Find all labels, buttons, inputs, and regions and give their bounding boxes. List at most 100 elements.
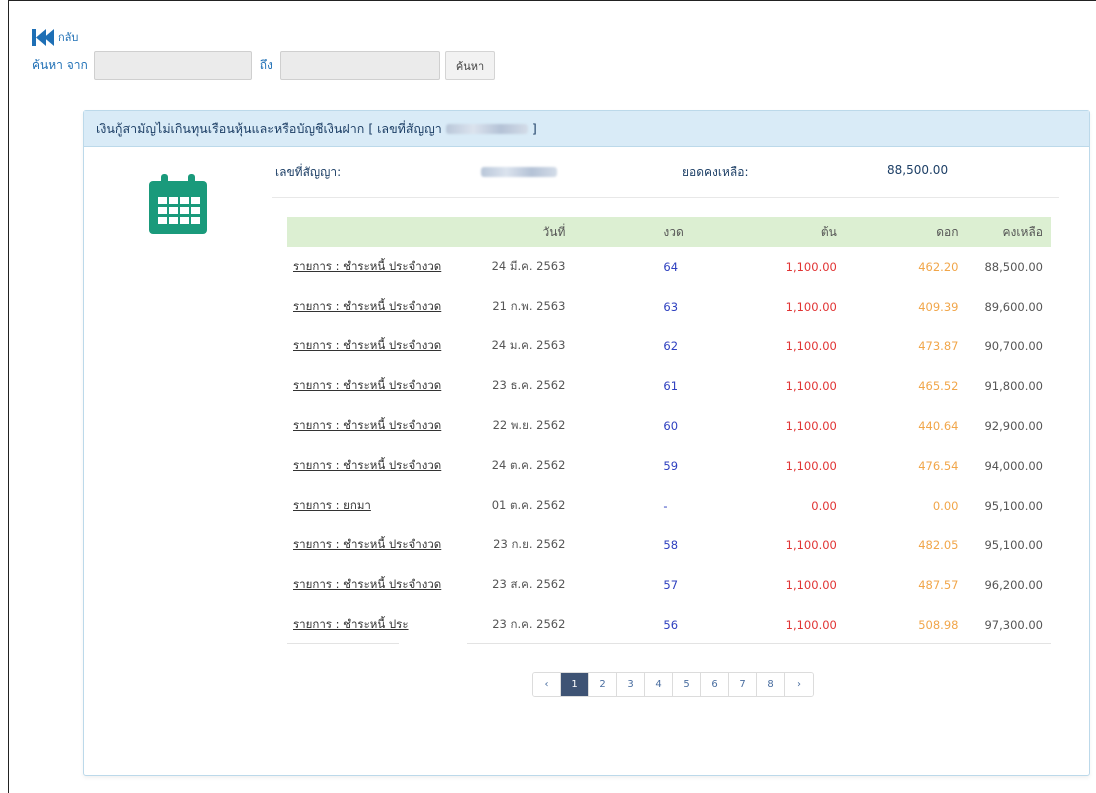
pagination-page-5[interactable]: 5 [673,673,701,696]
row-item-link[interactable]: รายการ : ชำระหนี้ ประจำงวด [293,458,441,472]
row-interest-cell: 409.39 [918,299,959,314]
row-date-cell: 23 ก.ย. 2562 [493,537,566,552]
search-button[interactable]: ค้นหา [444,51,496,80]
row-period-cell: 56 [663,618,679,633]
transactions-table: วันที่ งวด ต้น ดอก คงเหลือ รายการ : ชำระ… [287,217,1051,645]
skip-back-icon [32,29,54,46]
divider [272,197,1059,198]
row-principal-cell: 1,100.00 [785,299,837,314]
row-item-cell: รายการ : ชำระหนี้ ประ [287,605,462,645]
col-header-date: วันที่ [462,217,580,247]
pagination-next-button[interactable]: › [785,673,813,696]
row-period-cell: 59 [663,458,679,473]
row-item-cell: รายการ : ชำระหนี้ ประจำงวด [287,287,462,327]
row-balance-cell: 89,600.00 [984,299,1043,314]
contract-label: เลขที่สัญญา: [275,165,342,179]
panel-title: เงินกู้สามัญไม่เกินทุนเรือนหุ้นและหรือบั… [84,111,1089,147]
redacted-contract-number [445,123,528,134]
table-row: รายการ : ชำระหนี้ ประจำงวด 23 ธ.ค. 2562 61… [287,366,1051,406]
row-principal-cell: 1,100.00 [785,538,837,553]
table-row: รายการ : ชำระหนี้ ประจำงวด 22 พ.ย. 2562 60… [287,406,1051,446]
row-principal-cell: 1,100.00 [785,379,837,394]
row-interest-cell: 465.52 [918,379,959,394]
table-bottom-line-right [467,643,1051,644]
row-interest-cell: 440.64 [918,419,959,434]
row-principal-cell: 1,100.00 [785,618,837,633]
row-date-cell: 22 พ.ย. 2562 [492,418,566,433]
pagination-prev-button[interactable]: ‹ [533,673,561,696]
pagination-page-4[interactable]: 4 [645,673,673,696]
col-header-principal: ต้น [713,217,839,247]
row-date-cell: 23 ธ.ค. 2562 [492,378,566,393]
table-row: รายการ : ชำระหนี้ ประจำงวด 24 ม.ค. 2563 62… [287,327,1051,367]
row-item-cell: รายการ : ชำระหนี้ ประจำงวด [287,327,462,367]
row-interest-cell: 508.98 [918,618,959,633]
loan-panel: เงินกู้สามัญไม่เกินทุนเรือนหุ้นและหรือบั… [83,110,1090,776]
row-period-cell: - [663,498,668,513]
row-interest-cell: 487.57 [918,578,959,593]
row-item-link[interactable]: รายการ : ยกมา [293,498,371,512]
redacted-contract-value [481,167,557,177]
row-item-link[interactable]: รายการ : ชำระหนี้ ประจำงวด [293,378,441,392]
row-principal-cell: 1,100.00 [785,458,837,473]
table-row: รายการ : ชำระหนี้ ประจำงวด 24 มี.ค. 2563 6… [287,247,1051,287]
pagination: ‹ 1 2 3 4 5 6 7 8 › [532,672,814,697]
table-row: รายการ : ชำระหนี้ ประจำงวด 23 ส.ค. 2562 57… [287,565,1051,605]
col-header-period: งวด [579,217,714,247]
row-principal-cell: 1,100.00 [785,259,837,274]
row-interest-cell: 473.87 [918,339,959,354]
row-principal-cell: 0.00 [811,498,837,513]
row-principal-cell: 1,100.00 [785,419,837,434]
search-from-input[interactable] [93,51,252,80]
search-to-label: ถึง [259,58,273,72]
pagination-page-8[interactable]: 8 [757,673,785,696]
row-date-cell: 23 ก.ค. 2562 [492,617,566,632]
pagination-page-7[interactable]: 7 [729,673,757,696]
row-balance-cell: 92,900.00 [984,419,1043,434]
row-item-link[interactable]: รายการ : ชำระหนี้ ประจำงวด [293,338,441,352]
pagination-page-6[interactable]: 6 [701,673,729,696]
search-bar: ค้นหา จาก ถึง ค้นหา [32,51,496,80]
table-row: รายการ : ชำระหนี้ ประจำงวด 24 ต.ค. 2562 59… [287,446,1051,486]
search-to-input[interactable] [279,51,440,80]
back-button[interactable]: กลับ [32,28,78,46]
row-balance-cell: 95,100.00 [984,498,1043,513]
row-item-cell: รายการ : ยกมา [287,486,462,526]
search-from-label: ค้นหา จาก [32,58,88,72]
row-period-cell: 61 [663,379,679,394]
col-header-balance: คงเหลือ [964,217,1051,247]
row-item-cell: รายการ : ชำระหนี้ ประจำงวด [287,366,462,406]
table-header-row: วันที่ งวด ต้น ดอก คงเหลือ [287,217,1051,247]
balance-value: 88,500.00 [887,163,949,177]
row-date-cell: 21 ก.พ. 2563 [492,298,566,313]
row-date-cell: 24 ม.ค. 2563 [491,338,566,353]
row-item-link[interactable]: รายการ : ชำระหนี้ ประจำงวด [293,537,441,551]
row-date-cell: 01 ต.ค. 2562 [491,497,566,512]
row-item-cell: รายการ : ชำระหนี้ ประจำงวด [287,406,462,446]
pagination-page-2[interactable]: 2 [589,673,617,696]
row-period-cell: 60 [663,419,679,434]
row-principal-cell: 1,100.00 [785,578,837,593]
row-interest-cell: 476.54 [918,458,959,473]
row-period-cell: 57 [663,578,679,593]
table-row: รายการ : ชำระหนี้ ประจำงวด 23 ก.ย. 2562 58… [287,526,1051,566]
row-period-cell: 62 [663,339,679,354]
row-balance-cell: 94,000.00 [984,458,1043,473]
row-principal-cell: 1,100.00 [785,339,837,354]
row-balance-cell: 95,100.00 [984,538,1043,553]
row-item-link[interactable]: รายการ : ชำระหนี้ ประจำงวด [293,577,441,591]
pagination-page-1[interactable]: 1 [561,673,589,696]
row-item-link[interactable]: รายการ : ชำระหนี้ ประจำงวด [293,418,441,432]
table-row: รายการ : ชำระหนี้ ประ 23 ก.ค. 2562 56 1,100… [287,605,1051,645]
pagination-page-3[interactable]: 3 [617,673,645,696]
row-item-link[interactable]: รายการ : ชำระหนี้ ประ [293,617,409,631]
row-date-cell: 24 มี.ค. 2563 [491,258,566,273]
row-item-link[interactable]: รายการ : ชำระหนี้ ประจำงวด [293,259,441,273]
balance-label: ยอดคงเหลือ: [682,165,749,179]
back-label: กลับ [58,31,79,44]
row-interest-cell: 462.20 [918,259,959,274]
calendar-icon [149,174,207,234]
table-row: รายการ : ชำระหนี้ ประจำงวด 21 ก.พ. 2563 63… [287,287,1051,327]
row-item-cell: รายการ : ชำระหนี้ ประจำงวด [287,526,462,566]
row-item-link[interactable]: รายการ : ชำระหนี้ ประจำงวด [293,299,441,313]
